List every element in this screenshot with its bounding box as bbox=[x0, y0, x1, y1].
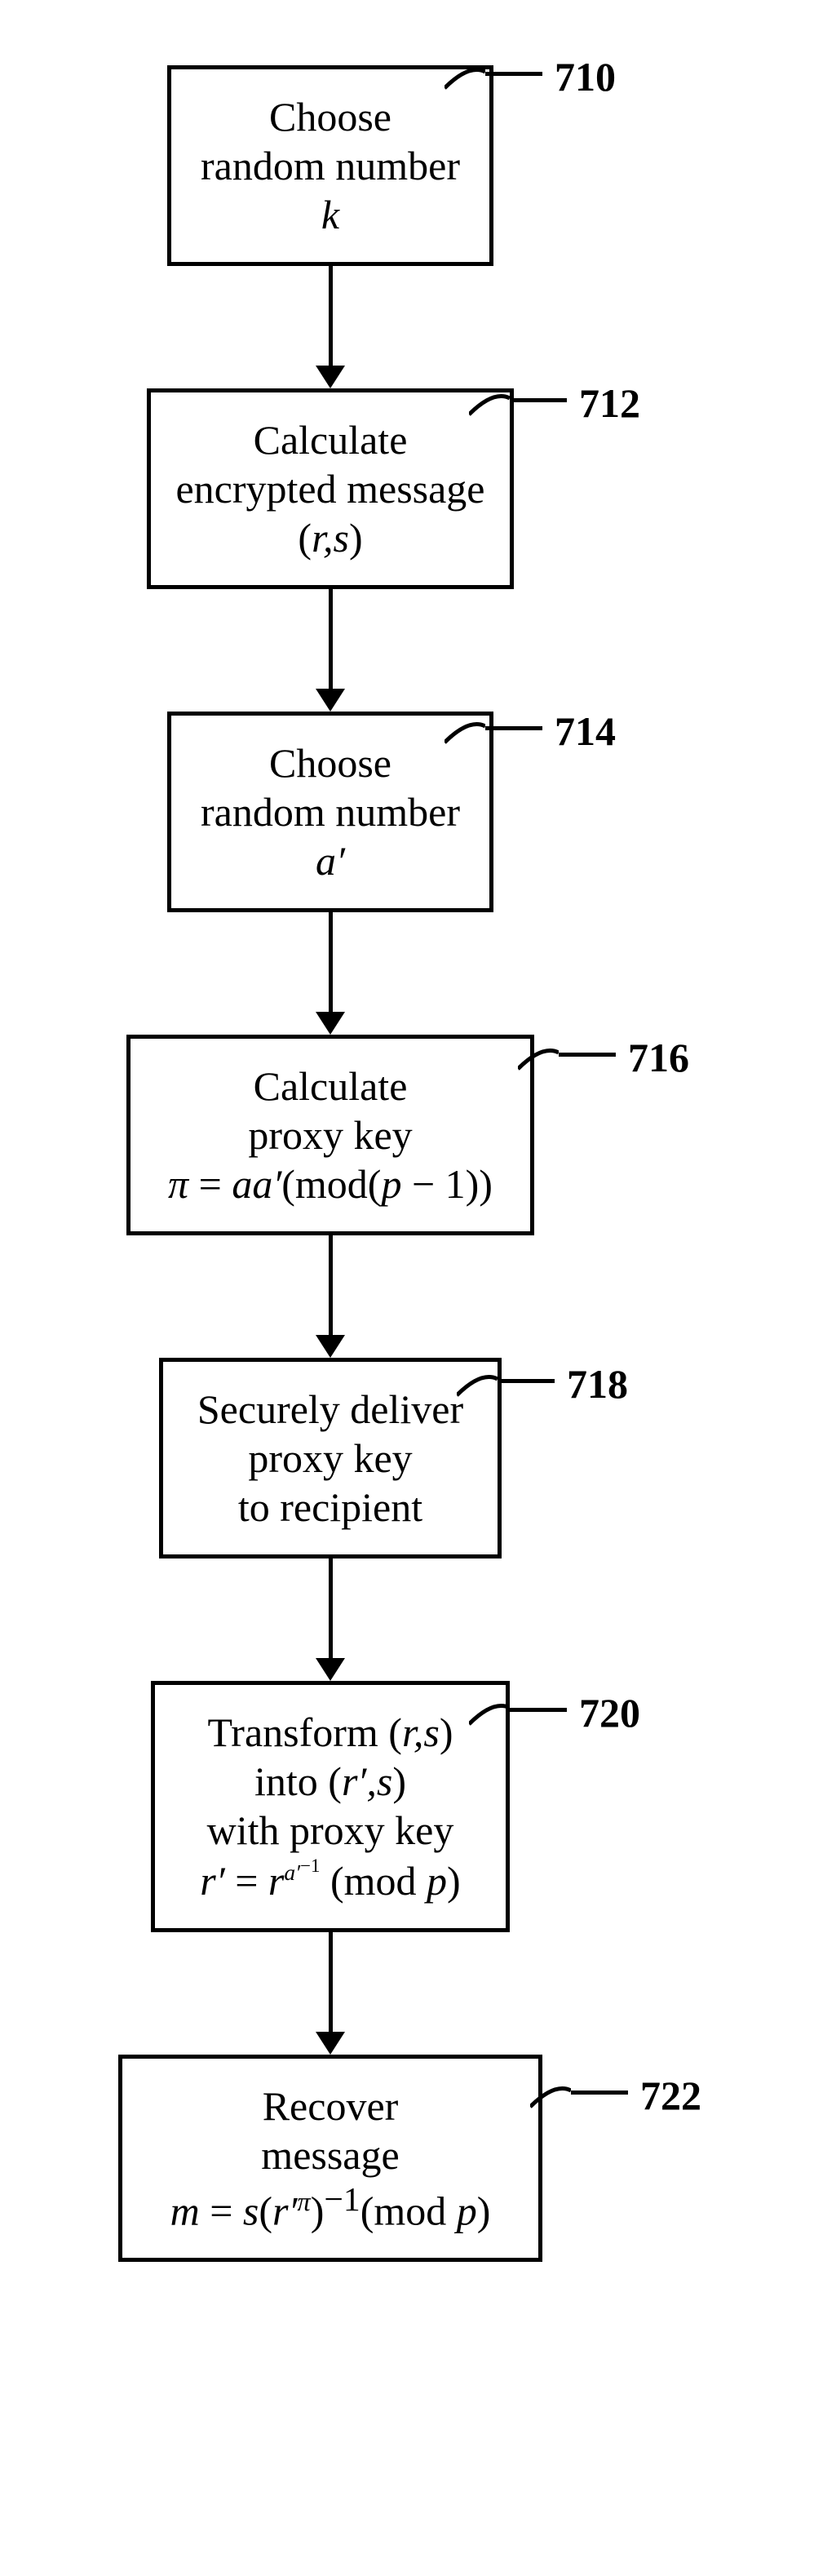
step-716: Calculate proxy key π = aa′(mod(p − 1)) bbox=[126, 1035, 534, 1235]
connector bbox=[316, 1558, 345, 1681]
callout-lead bbox=[510, 1708, 567, 1712]
label-716: 716 bbox=[628, 1034, 689, 1081]
connector bbox=[316, 589, 345, 712]
callout-lead bbox=[485, 726, 542, 730]
callout-lead bbox=[571, 2091, 628, 2095]
callout-curve bbox=[445, 718, 485, 767]
callout-curve bbox=[469, 1700, 510, 1749]
step-text: Recover bbox=[135, 2082, 525, 2130]
callout-lead bbox=[485, 72, 542, 76]
label-710: 710 bbox=[555, 53, 616, 100]
step-text: random number bbox=[184, 141, 476, 190]
label-718: 718 bbox=[567, 1360, 628, 1408]
connector bbox=[316, 1235, 345, 1358]
callout-lead bbox=[559, 1053, 616, 1057]
callout-curve bbox=[530, 2082, 571, 2131]
connector bbox=[316, 1932, 345, 2055]
label-714: 714 bbox=[555, 707, 616, 755]
callout-curve bbox=[445, 64, 485, 113]
step-text: proxy key bbox=[176, 1434, 484, 1483]
step-tuple: (r,s) bbox=[164, 513, 497, 562]
step-712: Calculate encrypted message (r,s) bbox=[147, 388, 514, 589]
step-formula: m = s(r′π)−1(mod p) bbox=[135, 2179, 525, 2236]
step-text: with proxy key bbox=[168, 1806, 493, 1855]
label-712: 712 bbox=[579, 379, 640, 427]
step-text: Securely deliver bbox=[176, 1385, 484, 1434]
diagram-page: Choose random number k Calculate encrypt… bbox=[0, 0, 836, 2576]
step-text: message bbox=[135, 2130, 525, 2179]
connector bbox=[316, 266, 345, 388]
step-formula: π = aa′(mod(p − 1)) bbox=[144, 1159, 517, 1208]
step-text: Calculate bbox=[144, 1062, 517, 1111]
step-text: Transform (r,s) bbox=[168, 1708, 493, 1757]
step-variable: a′ bbox=[184, 836, 476, 885]
callout-curve bbox=[469, 390, 510, 439]
label-722: 722 bbox=[640, 2072, 701, 2119]
step-text: into (r′,s) bbox=[168, 1757, 493, 1806]
step-718: Securely deliver proxy key to recipient bbox=[159, 1358, 502, 1558]
connector bbox=[316, 912, 345, 1035]
callout-curve bbox=[457, 1371, 498, 1420]
callout-curve bbox=[518, 1044, 559, 1093]
step-text: Calculate bbox=[164, 415, 497, 464]
step-720: Transform (r,s) into (r′,s) with proxy k… bbox=[151, 1681, 510, 1932]
step-text: proxy key bbox=[144, 1111, 517, 1159]
step-text: random number bbox=[184, 787, 476, 836]
callout-lead bbox=[498, 1379, 555, 1383]
callout-lead bbox=[510, 398, 567, 402]
step-formula: r′ = ra′−1 (mod p) bbox=[168, 1855, 493, 1905]
step-variable: k bbox=[184, 190, 476, 239]
tuple-vars: r,s bbox=[312, 515, 349, 561]
step-722: Recover message m = s(r′π)−1(mod p) bbox=[118, 2055, 542, 2263]
step-text: Choose bbox=[184, 92, 476, 141]
label-720: 720 bbox=[579, 1689, 640, 1736]
step-text: to recipient bbox=[176, 1483, 484, 1532]
step-text: encrypted message bbox=[164, 464, 497, 513]
step-text: Choose bbox=[184, 738, 476, 787]
